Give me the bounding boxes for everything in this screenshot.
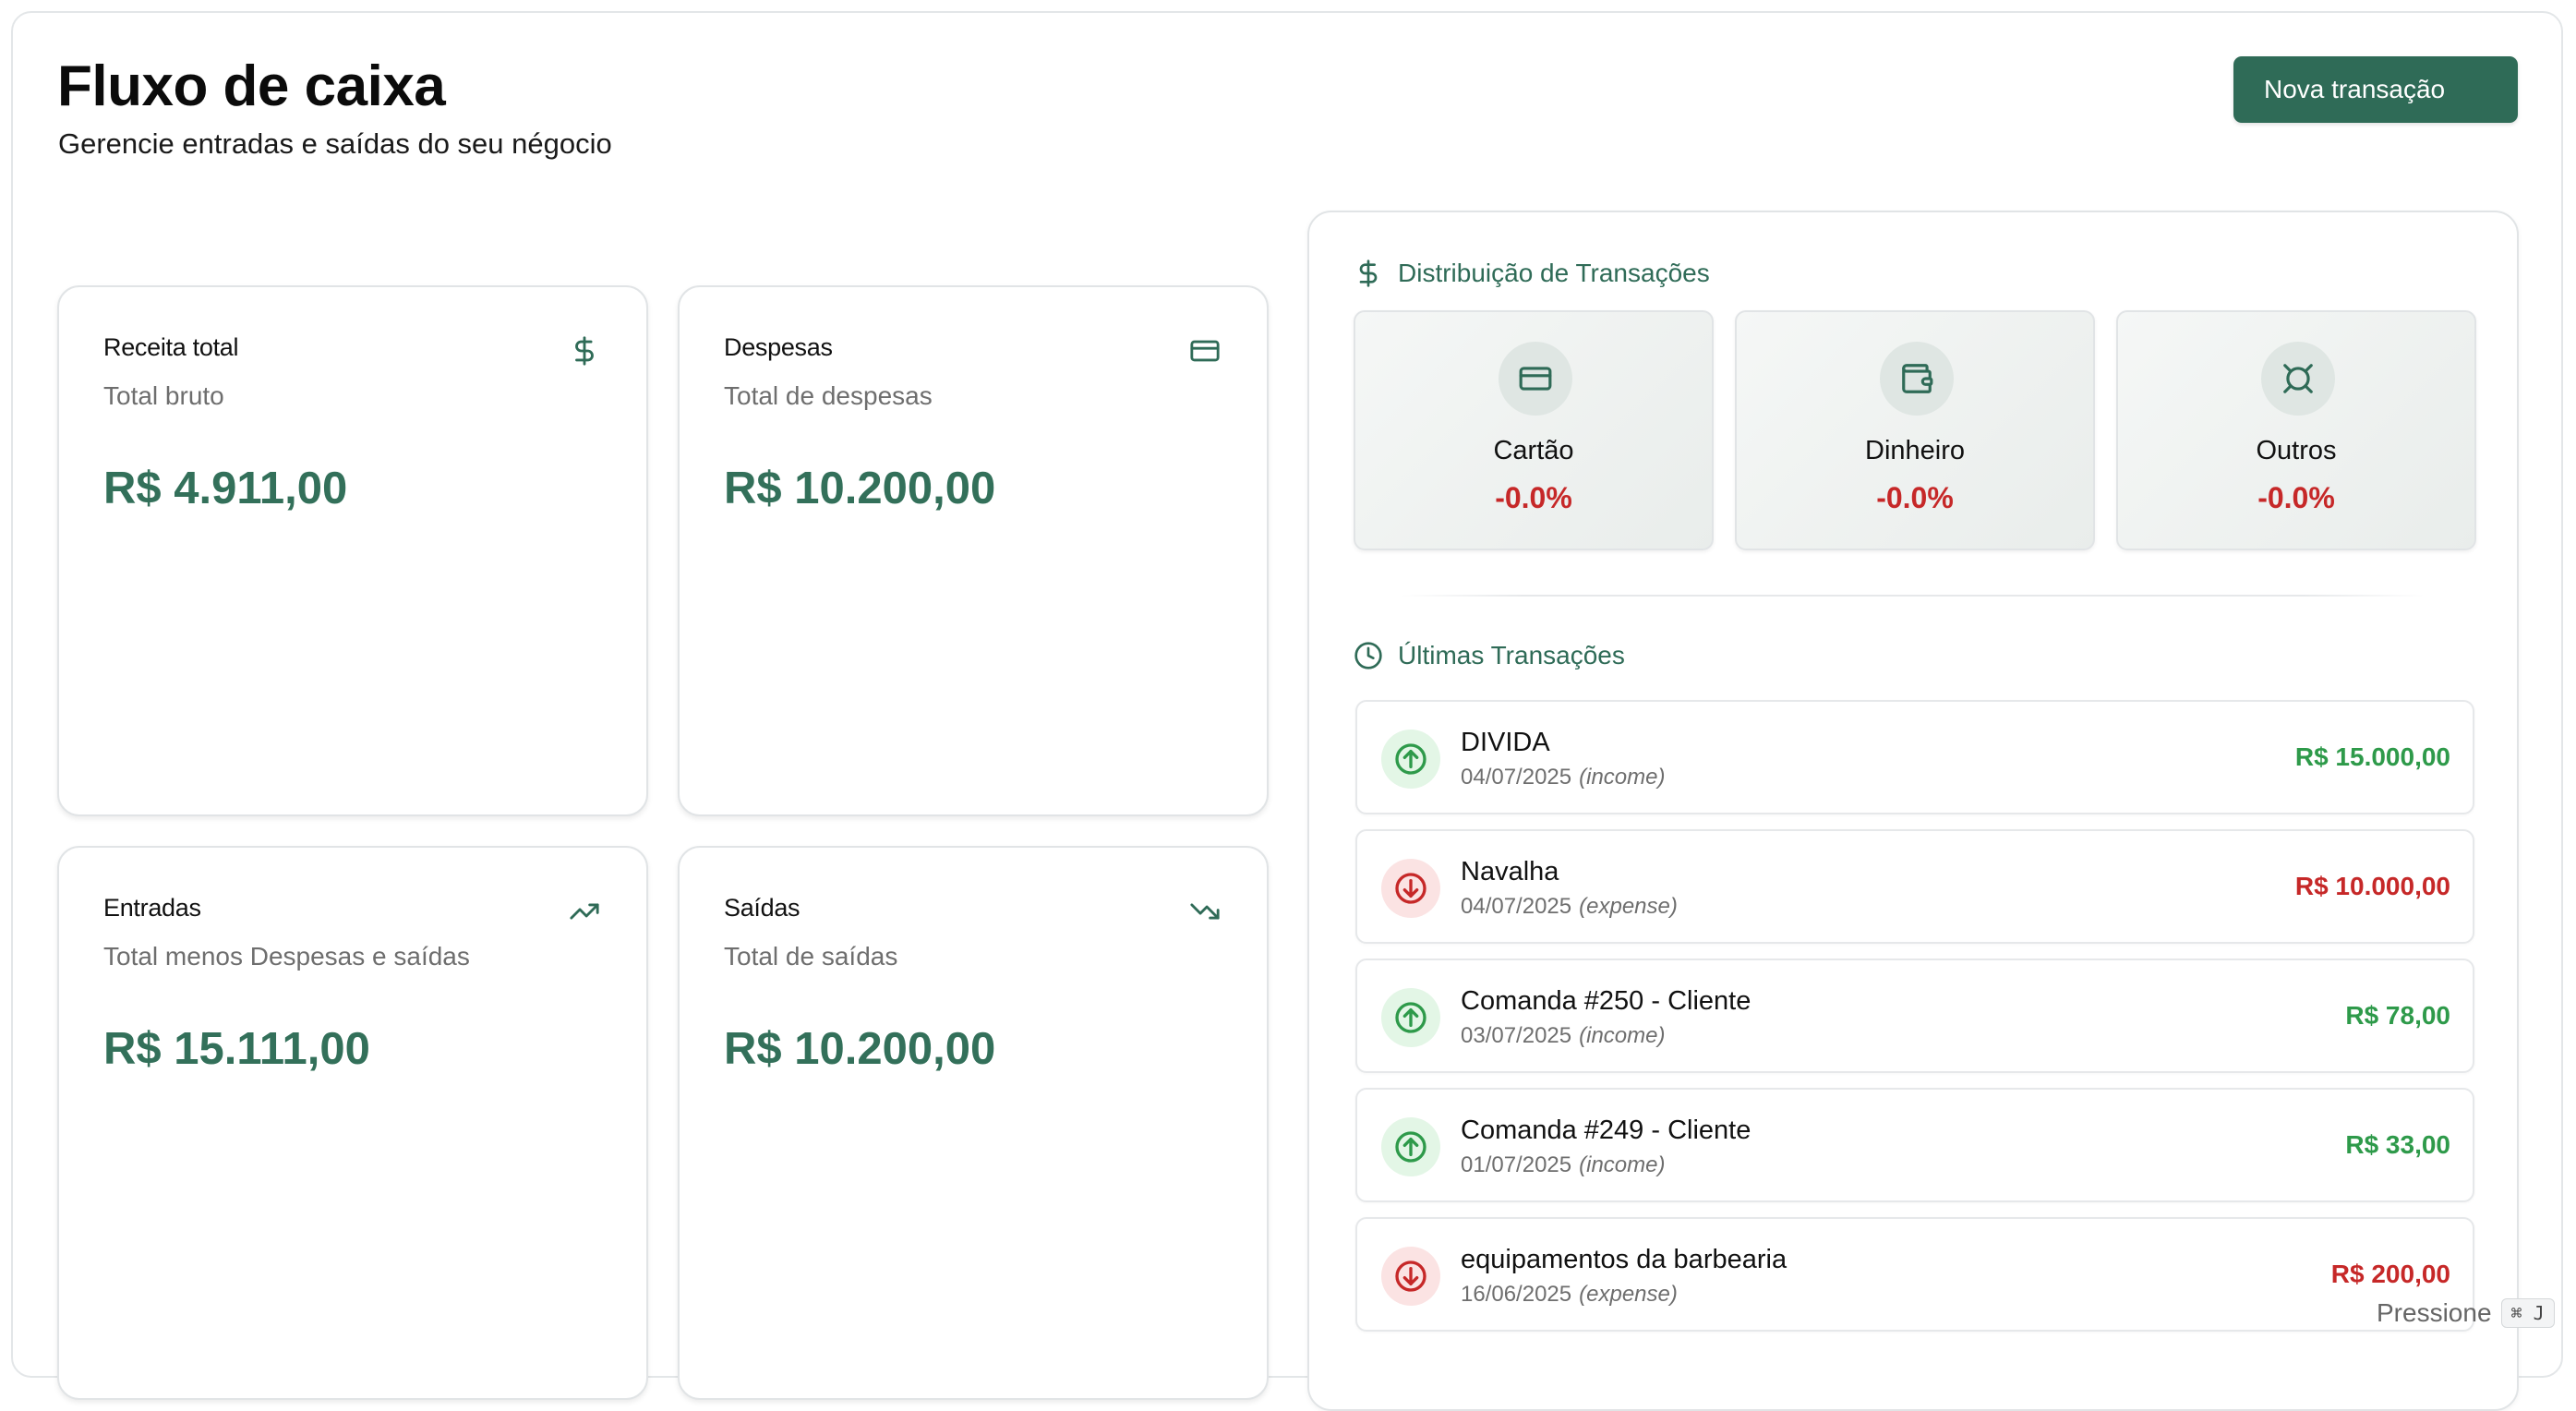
transaction-date: 01/07/2025 — [1461, 1152, 1571, 1177]
page-title: Fluxo de caixa — [57, 54, 445, 119]
transaction-amount: R$ 33,00 — [2345, 1130, 2450, 1160]
arrow-up-circle-icon — [1381, 1117, 1440, 1176]
transaction-amount: R$ 200,00 — [2331, 1260, 2450, 1289]
transaction-meta: 16/06/2025 (expense) — [1461, 1282, 1678, 1308]
stat-card-outflows: Saídas Total de saídas R$ 10.200,00 — [678, 846, 1269, 1400]
transaction-type: (expense) — [1579, 894, 1678, 919]
transaction-date: 04/07/2025 — [1461, 765, 1571, 790]
stat-title: Entradas — [103, 894, 201, 923]
transaction-amount: R$ 78,00 — [2345, 1001, 2450, 1031]
recent-transactions-title: Últimas Transações — [1398, 641, 1625, 670]
arrow-up-circle-icon — [1381, 988, 1440, 1047]
transaction-row[interactable]: Navalha 04/07/2025 (expense) R$ 10.000,00 — [1355, 829, 2474, 944]
transaction-type: (income) — [1579, 1152, 1665, 1177]
stat-title: Receita total — [103, 333, 238, 362]
transaction-row[interactable]: Comanda #249 - Cliente 01/07/2025 (income… — [1355, 1088, 2474, 1202]
transaction-meta: 03/07/2025 (income) — [1461, 1023, 1665, 1049]
shortcut-key: ⌘ J — [2501, 1298, 2555, 1328]
transaction-name: Navalha — [1461, 857, 1559, 887]
distribution-card-card: Cartão -0.0% — [1354, 310, 1714, 550]
stat-title: Saídas — [724, 894, 800, 923]
transaction-type: (expense) — [1579, 1282, 1678, 1307]
recent-transactions-header: Últimas Transações — [1354, 641, 1625, 670]
page-subtitle: Gerencie entradas e saídas do seu négoci… — [58, 127, 612, 161]
arrow-up-circle-icon — [1381, 730, 1440, 789]
stat-description: Total de despesas — [724, 381, 933, 411]
stat-card-inflows: Entradas Total menos Despesas e saídas R… — [57, 846, 648, 1400]
distribution-title: Distribuição de Transações — [1398, 259, 1710, 288]
distribution-percent: -0.0% — [1355, 481, 1712, 515]
transaction-meta: 04/07/2025 (income) — [1461, 765, 1665, 790]
transaction-amount: R$ 15.000,00 — [2295, 742, 2450, 772]
transaction-type: (income) — [1579, 765, 1665, 790]
stat-card-expenses: Despesas Total de despesas R$ 10.200,00 — [678, 285, 1269, 816]
transaction-name: Comanda #249 - Cliente — [1461, 1116, 1751, 1146]
distribution-card-cash: Dinheiro -0.0% — [1735, 310, 2095, 550]
credit-card-icon — [1189, 335, 1221, 367]
transaction-name: Comanda #250 - Cliente — [1461, 986, 1751, 1017]
distribution-label: Dinheiro — [1737, 436, 2093, 466]
transaction-row[interactable]: Comanda #250 - Cliente 03/07/2025 (income… — [1355, 959, 2474, 1073]
distribution-percent: -0.0% — [1737, 481, 2093, 515]
currency-icon — [2261, 342, 2335, 416]
distribution-card-other: Outros -0.0% — [2116, 310, 2476, 550]
transaction-amount: R$ 10.000,00 — [2295, 872, 2450, 901]
transaction-row[interactable]: equipamentos da barbearia 16/06/2025 (exp… — [1355, 1217, 2474, 1332]
section-divider — [1402, 595, 2425, 597]
distribution-label: Outros — [2118, 436, 2474, 466]
new-transaction-button[interactable]: Nova transação — [2233, 56, 2518, 123]
trending-up-icon — [569, 896, 600, 927]
transaction-type: (income) — [1579, 1023, 1665, 1048]
arrow-down-circle-icon — [1381, 1247, 1440, 1306]
stat-value: R$ 15.111,00 — [103, 1023, 370, 1075]
wallet-icon — [1880, 342, 1954, 416]
stat-description: Total menos Despesas e saídas — [103, 942, 470, 971]
dollar-icon — [1354, 259, 1383, 288]
stat-description: Total de saídas — [724, 942, 897, 971]
transaction-meta: 01/07/2025 (income) — [1461, 1152, 1665, 1178]
transaction-meta: 04/07/2025 (expense) — [1461, 894, 1678, 920]
distribution-label: Cartão — [1355, 436, 1712, 466]
clock-icon — [1354, 641, 1383, 670]
transaction-date: 03/07/2025 — [1461, 1023, 1571, 1048]
transaction-date: 04/07/2025 — [1461, 894, 1571, 919]
distribution-percent: -0.0% — [2118, 481, 2474, 515]
keyboard-shortcut-hint: Pressione ⌘ J — [2377, 1298, 2555, 1328]
transaction-name: DIVIDA — [1461, 728, 1550, 758]
stat-description: Total bruto — [103, 381, 224, 411]
dollar-icon — [569, 335, 600, 367]
transaction-row[interactable]: DIVIDA 04/07/2025 (income) R$ 15.000,00 — [1355, 700, 2474, 814]
stat-value: R$ 10.200,00 — [724, 1023, 995, 1075]
distribution-header: Distribuição de Transações — [1354, 259, 1710, 288]
hint-label: Pressione — [2377, 1298, 2492, 1328]
credit-card-icon — [1499, 342, 1572, 416]
trending-down-icon — [1189, 896, 1221, 927]
stat-card-total-revenue: Receita total Total bruto R$ 4.911,00 — [57, 285, 648, 816]
stat-value: R$ 4.911,00 — [103, 463, 347, 514]
transaction-name: equipamentos da barbearia — [1461, 1245, 1787, 1275]
transactions-panel: Distribuição de Transações Cartão -0.0% … — [1307, 211, 2519, 1411]
transaction-date: 16/06/2025 — [1461, 1282, 1571, 1307]
stat-value: R$ 10.200,00 — [724, 463, 995, 514]
arrow-down-circle-icon — [1381, 859, 1440, 918]
stat-title: Despesas — [724, 333, 833, 362]
